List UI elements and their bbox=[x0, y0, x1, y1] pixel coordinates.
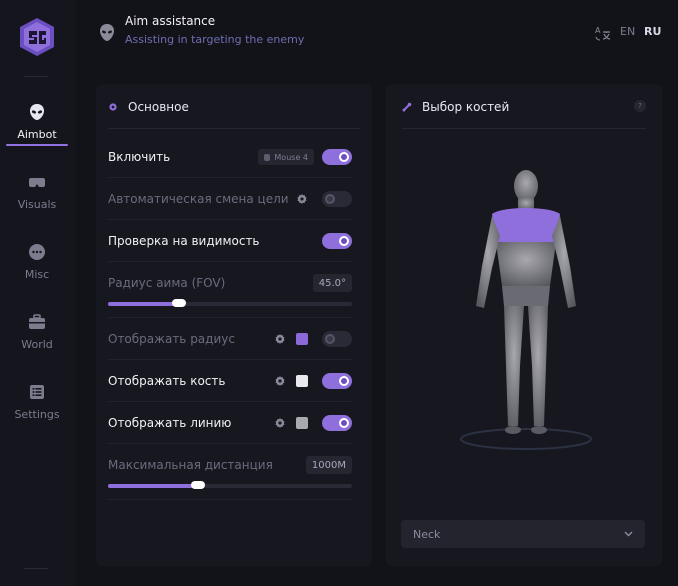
lang-en-button[interactable]: EN bbox=[620, 25, 635, 38]
bone-select-dropdown[interactable]: Neck bbox=[401, 520, 645, 548]
translate-icon[interactable]: A bbox=[594, 24, 612, 42]
gear-icon[interactable] bbox=[274, 333, 286, 345]
svg-text:A: A bbox=[595, 26, 601, 35]
max-distance-row: Максимальная дистанция 1000М bbox=[108, 444, 352, 500]
lang-ru-button[interactable]: RU bbox=[644, 25, 661, 38]
logo bbox=[20, 18, 54, 56]
chevron-down-icon bbox=[624, 531, 633, 537]
color-swatch[interactable] bbox=[296, 333, 308, 345]
sidebar-item-visuals[interactable]: Visuals bbox=[6, 166, 68, 218]
page-subtitle: Assisting in targeting the enemy bbox=[125, 33, 305, 46]
row-label: Отображать линию bbox=[108, 416, 232, 430]
slider-thumb[interactable] bbox=[171, 299, 186, 307]
auto-switch-toggle[interactable] bbox=[322, 191, 352, 207]
show-line-toggle[interactable] bbox=[322, 415, 352, 431]
list-icon bbox=[30, 385, 44, 399]
toggle-knob bbox=[325, 334, 335, 344]
show-line-row: Отображать линию bbox=[108, 402, 352, 444]
bone-select-value: Neck bbox=[413, 527, 441, 541]
panel-title: Основное bbox=[128, 100, 189, 114]
row-label: Отображать радиус bbox=[108, 332, 235, 346]
toggle-knob bbox=[325, 194, 335, 204]
gear-icon bbox=[109, 103, 117, 111]
sidebar-item-world[interactable]: World bbox=[6, 306, 68, 358]
toggle-knob bbox=[339, 376, 349, 386]
page-title: Aim assistance bbox=[125, 14, 216, 28]
panel-header: Выбор костей bbox=[402, 100, 509, 114]
bone-selection-panel: Выбор костей ? Neck bbox=[386, 84, 662, 566]
row-label: Проверка на видимость bbox=[108, 234, 260, 248]
panel-divider bbox=[108, 128, 360, 129]
sidebar-item-label: Settings bbox=[14, 408, 60, 421]
slider-fill bbox=[108, 302, 179, 306]
row-label: Радиус аима (FOV) bbox=[108, 276, 226, 290]
slider-fill bbox=[108, 484, 199, 488]
panel-title: Выбор костей bbox=[422, 100, 510, 114]
body-model[interactable] bbox=[456, 156, 596, 456]
auto-switch-row: Автоматическая смена цели bbox=[108, 178, 352, 220]
color-swatch[interactable] bbox=[296, 417, 308, 429]
gear-icon[interactable] bbox=[296, 193, 308, 205]
row-label: Отображать кость bbox=[108, 374, 226, 388]
sidebar-divider bbox=[24, 568, 48, 569]
show-bone-row: Отображать кость bbox=[108, 360, 352, 402]
sidebar-item-label: Misc bbox=[24, 268, 50, 281]
vr-glasses-icon bbox=[29, 178, 45, 187]
toggle-knob bbox=[339, 152, 349, 162]
show-bone-toggle[interactable] bbox=[322, 373, 352, 389]
visibility-row: Проверка на видимость bbox=[108, 220, 352, 262]
max-distance-value[interactable]: 1000М bbox=[305, 456, 352, 474]
alien-head-icon bbox=[100, 24, 114, 41]
sidebar-item-label: World bbox=[21, 338, 53, 351]
panel-divider bbox=[402, 128, 646, 129]
help-icon[interactable]: ? bbox=[634, 100, 646, 112]
sidebar: Aimbot Visuals Misc World Settings bbox=[0, 0, 76, 586]
row-label: Автоматическая смена цели bbox=[108, 192, 289, 206]
chat-dots-icon bbox=[29, 244, 45, 260]
enable-toggle[interactable] bbox=[322, 149, 352, 165]
toggle-knob bbox=[339, 236, 349, 246]
fov-row: Радиус аима (FOV) 45.0° bbox=[108, 262, 352, 318]
toggle-knob bbox=[339, 418, 349, 428]
fov-value[interactable]: 45.0° bbox=[312, 274, 352, 292]
panel-header: Основное bbox=[108, 100, 189, 114]
enable-row: Включить Mouse 4 bbox=[108, 136, 352, 178]
header: Aim assistance Assisting in targeting th… bbox=[76, 0, 678, 68]
sidebar-item-label: Visuals bbox=[17, 198, 57, 211]
gear-icon[interactable] bbox=[274, 417, 286, 429]
bone-icon bbox=[402, 102, 412, 112]
sidebar-item-misc[interactable]: Misc bbox=[6, 236, 68, 288]
main-settings-panel: Основное Включить Mouse 4 Автоматическая… bbox=[96, 84, 372, 566]
sidebar-item-label: Aimbot bbox=[17, 128, 57, 141]
max-distance-slider[interactable] bbox=[108, 481, 352, 489]
keybind-badge[interactable]: Mouse 4 bbox=[258, 149, 314, 165]
mouse-icon bbox=[264, 153, 271, 161]
alien-head-icon bbox=[30, 104, 44, 120]
show-radius-row: Отображать радиус bbox=[108, 318, 352, 360]
visibility-toggle[interactable] bbox=[322, 233, 352, 249]
fov-slider[interactable] bbox=[108, 299, 352, 307]
show-radius-toggle[interactable] bbox=[322, 331, 352, 347]
sidebar-item-settings[interactable]: Settings bbox=[6, 376, 68, 428]
color-swatch[interactable] bbox=[296, 375, 308, 387]
keybind-label: Mouse 4 bbox=[274, 152, 308, 162]
row-label: Включить bbox=[108, 150, 171, 164]
sidebar-divider bbox=[24, 76, 48, 77]
gear-icon[interactable] bbox=[274, 375, 286, 387]
row-label: Максимальная дистанция bbox=[108, 458, 273, 472]
slider-thumb[interactable] bbox=[191, 481, 206, 489]
briefcase-icon bbox=[29, 314, 45, 329]
sidebar-item-aimbot[interactable]: Aimbot bbox=[6, 96, 68, 148]
